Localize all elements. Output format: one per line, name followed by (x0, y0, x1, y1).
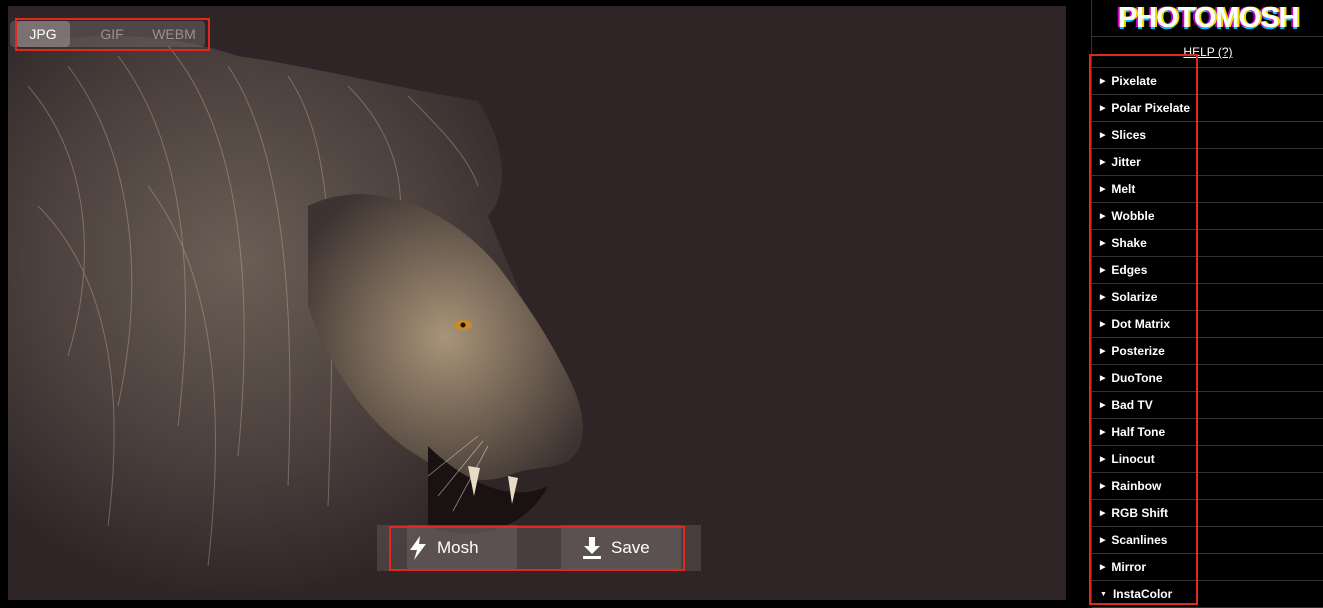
effect-label: Solarize (1111, 290, 1158, 304)
lion-photo (8, 36, 583, 600)
format-option-gif[interactable]: GIF (90, 21, 134, 47)
effect-item-slices[interactable]: ▶ Slices (1092, 122, 1323, 149)
effect-item-posterize[interactable]: ▶ Posterize (1092, 338, 1323, 365)
effect-label: Slices (1111, 128, 1147, 142)
effect-item-shake[interactable]: ▶ Shake (1092, 230, 1323, 257)
lightning-bolt-icon (410, 536, 426, 560)
effect-item-edges[interactable]: ▶ Edges (1092, 257, 1323, 284)
effect-item-jitter[interactable]: ▶ Jitter (1092, 149, 1323, 176)
triangle-right-icon: ▶ (1100, 510, 1106, 517)
triangle-right-icon: ▶ (1100, 240, 1106, 247)
effect-item-wobble[interactable]: ▶ Wobble (1092, 203, 1323, 230)
triangle-right-icon: ▶ (1100, 564, 1106, 571)
effect-item-scanlines[interactable]: ▶ Scanlines (1092, 527, 1323, 554)
effect-label: InstaColor (1112, 587, 1173, 601)
logo-text: PHOTOMOSH (1117, 1, 1300, 34)
effect-label: Rainbow (1111, 479, 1162, 493)
help-link[interactable]: HELP (?) (1183, 45, 1232, 59)
triangle-right-icon: ▶ (1100, 456, 1106, 463)
effect-item-pixelate[interactable]: ▶ Pixelate (1092, 68, 1323, 95)
effect-label: Wobble (1111, 209, 1155, 223)
effects-list: ▶ Pixelate ▶ Polar Pixelate ▶ Slices ▶ Jitter ▶ M… (1092, 68, 1323, 608)
image-canvas[interactable] (8, 6, 1066, 600)
download-icon (583, 537, 601, 559)
effect-label: Dot Matrix (1111, 317, 1171, 331)
triangle-right-icon: ▶ (1100, 132, 1106, 139)
effect-item-polar-pixelate[interactable]: ▶ Polar Pixelate (1092, 95, 1323, 122)
triangle-right-icon: ▶ (1100, 294, 1106, 301)
triangle-right-icon: ▶ (1100, 159, 1106, 166)
triangle-right-icon: ▶ (1100, 348, 1106, 355)
effect-item-half-tone[interactable]: ▶ Half Tone (1092, 419, 1323, 446)
effect-item-dot-matrix[interactable]: ▶ Dot Matrix (1092, 311, 1323, 338)
image-stage: JPG GIF WEBM Mosh Save (0, 0, 1091, 605)
format-toggle: JPG GIF WEBM (10, 21, 205, 47)
effect-item-rainbow[interactable]: ▶ Rainbow (1092, 473, 1323, 500)
effect-label: Edges (1111, 263, 1148, 277)
effect-item-linocut[interactable]: ▶ Linocut (1092, 446, 1323, 473)
effect-label: Mirror (1111, 560, 1147, 574)
triangle-right-icon: ▶ (1100, 186, 1106, 193)
triangle-right-icon: ▶ (1100, 321, 1106, 328)
triangle-right-icon: ▶ (1100, 213, 1106, 220)
effect-label: Half Tone (1111, 425, 1166, 439)
save-label: Save (611, 538, 650, 557)
effect-item-duotone[interactable]: ▶ DuoTone (1092, 365, 1323, 392)
effect-label: Melt (1111, 182, 1136, 196)
triangle-right-icon: ▶ (1100, 537, 1106, 544)
effect-item-bad-tv[interactable]: ▶ Bad TV (1092, 392, 1323, 419)
effect-label: Shake (1111, 236, 1147, 250)
effect-label: Jitter (1111, 155, 1141, 169)
effect-item-melt[interactable]: ▶ Melt (1092, 176, 1323, 203)
mosh-label: Mosh (437, 538, 479, 557)
effect-label: Bad TV (1111, 398, 1153, 412)
triangle-right-icon: ▶ (1100, 105, 1106, 112)
triangle-right-icon: ▶ (1100, 78, 1106, 85)
triangle-down-icon: ▼ (1100, 590, 1107, 598)
format-option-webm[interactable]: WEBM (144, 21, 204, 47)
format-option-jpg[interactable]: JPG (16, 21, 70, 47)
effect-label: DuoTone (1111, 371, 1163, 385)
effect-label: Pixelate (1111, 74, 1157, 88)
effect-label: RGB Shift (1111, 506, 1169, 520)
triangle-right-icon: ▶ (1100, 375, 1106, 382)
effect-item-rgb-shift[interactable]: ▶ RGB Shift (1092, 500, 1323, 527)
triangle-right-icon: ▶ (1100, 402, 1106, 409)
triangle-right-icon: ▶ (1100, 483, 1106, 490)
effects-sidebar: PHOTOMOSH HELP (?) ▶ Pixelate ▶ Polar Pixel… (1091, 0, 1323, 608)
effect-label: Linocut (1111, 452, 1155, 466)
effect-item-instacolor[interactable]: ▼ InstaColor (1092, 581, 1323, 608)
logo: PHOTOMOSH (1092, 0, 1323, 37)
action-bar: Mosh Save (377, 525, 701, 571)
help-row: HELP (?) (1092, 37, 1323, 68)
triangle-right-icon: ▶ (1100, 267, 1106, 274)
effect-item-solarize[interactable]: ▶ Solarize (1092, 284, 1323, 311)
triangle-right-icon: ▶ (1100, 429, 1106, 436)
effect-label: Scanlines (1111, 533, 1168, 547)
save-button[interactable]: Save (561, 525, 681, 571)
effect-item-mirror[interactable]: ▶ Mirror (1092, 554, 1323, 581)
effect-label: Posterize (1111, 344, 1165, 358)
mosh-button[interactable]: Mosh (407, 525, 517, 571)
effect-label: Polar Pixelate (1111, 101, 1191, 115)
